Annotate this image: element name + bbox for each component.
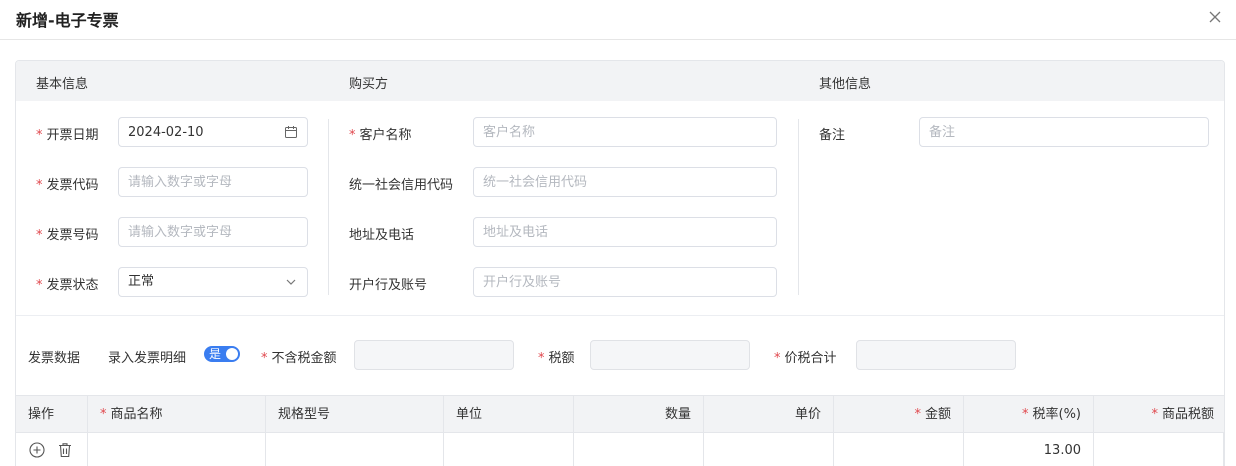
chevron-down-icon[interactable] (284, 275, 298, 289)
actions-cell (16, 433, 88, 466)
table-row: 13.00 (16, 433, 1224, 466)
total-amount-input (856, 340, 1016, 370)
col-header-spec: 规格型号 (266, 396, 444, 433)
section-title-basic: 基本信息 (36, 77, 89, 92)
bank-account-input[interactable] (473, 267, 777, 297)
section-title-buyer: 购买方 (349, 77, 389, 92)
amount-ex-tax-label: * 不含税金额 (261, 351, 337, 366)
unit-price-cell[interactable] (704, 433, 834, 466)
bank-account-label: 开户行及账号 (349, 278, 428, 293)
trash-icon[interactable] (56, 441, 74, 459)
tax-amount-label: * 税额 (538, 351, 575, 366)
unit-cell[interactable] (444, 433, 574, 466)
invoice-date-input[interactable] (118, 117, 308, 147)
customer-name-input[interactable] (473, 117, 777, 147)
spec-cell[interactable] (266, 433, 444, 466)
customer-name-label: * 客户名称 (349, 128, 412, 143)
section-divider (16, 315, 1224, 316)
column-divider (328, 119, 329, 295)
section-header-bar: 基本信息 购买方 其他信息 (16, 61, 1224, 101)
col-header-unit-price: 单价 (704, 396, 834, 433)
calendar-icon[interactable] (284, 125, 298, 139)
table-header: 操作 * 商品名称 规格型号 单位 数量 单价 * 金额 * 税率(%) * 商品税额 (16, 395, 1224, 433)
detail-toggle-switch[interactable]: 是 (204, 346, 240, 362)
invoice-code-label: * 发票代码 (36, 178, 99, 193)
col-header-product-tax: * 商品税额 (1151, 407, 1214, 422)
dialog-title: 新增-电子专票 (16, 11, 119, 30)
tax-amount-input (590, 340, 750, 370)
invoice-date-label: * 开票日期 (36, 128, 99, 143)
remark-label: 备注 (819, 128, 846, 143)
quantity-cell[interactable] (574, 433, 704, 466)
credit-code-label: 统一社会信用代码 (349, 178, 454, 193)
close-icon[interactable] (1206, 8, 1224, 26)
col-header-product-name: * 商品名称 (88, 396, 266, 433)
product-tax-cell[interactable] (1094, 433, 1224, 466)
dialog-header: 新增-电子专票 (0, 0, 1236, 40)
column-divider (798, 119, 799, 295)
invoice-number-label: * 发票号码 (36, 228, 99, 243)
toggle-label: 是 (209, 347, 222, 361)
col-header-tax-rate: * 税率(%) (964, 396, 1094, 433)
invoice-status-label: * 发票状态 (36, 278, 99, 293)
invoice-status-value: 正常 (128, 274, 155, 289)
toggle-knob (226, 348, 238, 360)
detail-toggle-label: 录入发票明细 (108, 351, 187, 366)
invoice-form-panel: 基本信息 购买方 其他信息 *开票日期 *发票代码 *发票号码 *发票状态 正常… (15, 60, 1225, 466)
credit-code-input[interactable] (473, 167, 777, 197)
amount-ex-tax-input (354, 340, 514, 370)
tax-rate-cell[interactable]: 13.00 (964, 433, 1094, 466)
amount-cell[interactable] (834, 433, 964, 466)
section-title-other: 其他信息 (819, 77, 872, 92)
product-name-cell[interactable] (88, 433, 266, 466)
invoice-data-label: 发票数据 (28, 351, 81, 366)
remark-input[interactable] (919, 117, 1209, 147)
col-header-unit: 单位 (444, 396, 574, 433)
invoice-number-input[interactable] (118, 217, 308, 247)
col-header-quantity: 数量 (574, 396, 704, 433)
invoice-status-select[interactable]: 正常 (118, 267, 308, 297)
invoice-code-input[interactable] (118, 167, 308, 197)
col-header-amount: * 金额 (834, 396, 964, 433)
address-phone-input[interactable] (473, 217, 777, 247)
plus-circle-icon[interactable] (28, 441, 46, 459)
dialog: 新增-电子专票 基本信息 购买方 其他信息 *开票日期 *发票代码 *发票号码 … (0, 0, 1236, 466)
address-phone-label: 地址及电话 (349, 228, 415, 243)
total-amount-label: * 价税合计 (774, 351, 837, 366)
col-header-actions: 操作 (16, 396, 88, 433)
